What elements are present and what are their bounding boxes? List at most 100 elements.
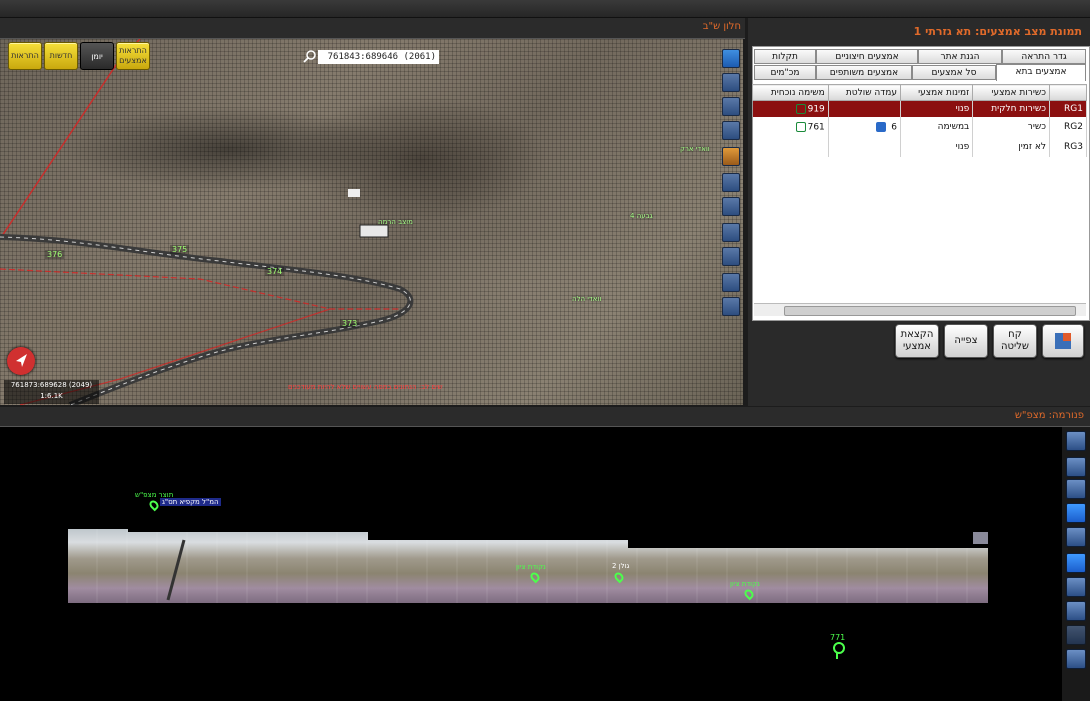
cursor-coordinate: 761873:689628 (2049) — [10, 381, 93, 389]
cell-id: RG2 — [1049, 117, 1087, 137]
cell-station: 6 — [828, 117, 901, 137]
cell-mission — [752, 137, 829, 157]
map-scale: 1:6.1K — [40, 392, 63, 400]
cell-availability: פנוי — [900, 100, 974, 117]
road-label-374: 374 — [265, 267, 285, 276]
alerts-assets-label: התראות אמצעים — [119, 46, 147, 65]
tab-faults[interactable]: תקלות — [754, 49, 816, 64]
terrain-tool-icon[interactable] — [722, 223, 740, 242]
view-button[interactable]: צפייה — [944, 324, 988, 358]
observer-pin-sublabel: המ"ל מקפיא תס"ג — [160, 498, 221, 506]
top-bar — [0, 0, 1090, 18]
map-panel-button[interactable] — [1042, 324, 1084, 358]
take-control-button[interactable]: קח שליטה — [993, 324, 1037, 358]
point-pin-2-label: גולן 2 — [612, 562, 630, 570]
status-icon — [795, 103, 806, 114]
map-label-wadi-1: וואדי ארק — [680, 145, 710, 153]
point-pin-1-label: נקודת ציון — [516, 563, 546, 571]
status-icon — [795, 121, 806, 132]
layers-tool-icon[interactable] — [722, 73, 740, 92]
map-label-hill: גבעה 4 — [630, 212, 653, 220]
record-tool-icon[interactable] — [1066, 601, 1086, 621]
mission-value: 919 — [807, 104, 825, 115]
cell-readiness: כשירות חלקית — [972, 100, 1050, 117]
point-pin-4-stem — [836, 653, 838, 659]
panorama-header: פנורמה: מצפ"ש — [0, 407, 1090, 427]
road-label-376: 376 — [45, 250, 65, 259]
station-value: 6 — [891, 122, 897, 133]
view-tool-icon[interactable] — [722, 173, 740, 192]
alerts-label: התראות — [11, 51, 39, 60]
cell-readiness: כשיר — [972, 117, 1050, 137]
print-tool-icon[interactable] — [1066, 625, 1086, 645]
map-title: חלון ש"ב — [702, 21, 741, 32]
camera-tool-icon[interactable] — [1066, 431, 1086, 451]
map-header: חלון ש"ב — [0, 18, 745, 39]
day-button[interactable]: יומן — [80, 42, 114, 70]
tab-alert-fence[interactable]: גדר התראה — [1002, 49, 1086, 64]
grid-tool-icon[interactable] — [722, 247, 740, 266]
print-tool-icon[interactable] — [722, 273, 740, 292]
fire-tool-icon[interactable] — [722, 147, 740, 166]
news-button[interactable]: חדשות — [44, 42, 78, 70]
cell-readiness: לא זמין — [972, 137, 1050, 157]
layers-tool-icon[interactable] — [1066, 457, 1086, 477]
grid-map-icon — [1055, 333, 1071, 349]
road-label-373: 373 — [340, 319, 360, 328]
draw-tool-icon[interactable] — [722, 97, 740, 116]
col-id-header — [1049, 84, 1087, 101]
line-tool-icon[interactable] — [1066, 527, 1086, 547]
pan-tool-icon[interactable] — [1066, 503, 1086, 523]
more-tools-icon[interactable] — [722, 297, 740, 316]
point-pin-3-label: נקודת ציון — [730, 580, 760, 588]
map-warning: שים לב: הנתונים במפה עשויים שלא להיות מע… — [288, 383, 443, 391]
cell-station — [828, 137, 901, 157]
alerts-button[interactable]: התראות — [8, 42, 42, 70]
panorama-toolbar — [1062, 427, 1090, 701]
coordinate-input[interactable]: 761843:689646 (2061) — [318, 50, 439, 64]
cell-id: RG1 — [1049, 100, 1087, 117]
target-tool-icon[interactable] — [722, 197, 740, 216]
grid-tool-icon[interactable] — [1066, 649, 1086, 669]
col-readiness-header: כשירות אמצעי — [972, 84, 1050, 101]
table-row[interactable]: RG2 כשיר במשימה 6 761 — [752, 117, 1087, 137]
tab-asset-basket[interactable]: סל אמצעים — [912, 65, 996, 80]
cell-mission: 761 — [752, 117, 829, 137]
tab-external-assets[interactable]: אמצעים חיצוניים — [816, 49, 918, 64]
map-view[interactable]: התראות חדשות יומן התראות אמצעים 761843:6… — [0, 39, 743, 405]
map-label-site: מוצב הרמה — [378, 218, 413, 226]
tab-shared-assets[interactable]: אמצעים משותפים — [816, 65, 912, 80]
assets-table: כשירות אמצעי זמינות אמצעי עמדה שולטת משי… — [752, 84, 1087, 157]
search-icon[interactable] — [303, 49, 317, 63]
tab-assets-in-cell[interactable]: אמצעים בתא — [996, 64, 1086, 81]
measure-tool-icon[interactable] — [722, 121, 740, 140]
table-row[interactable]: RG3 לא זמין פנוי — [752, 137, 1087, 157]
col-mission-header: משימה נוכחית — [752, 84, 829, 101]
horizontal-scrollbar[interactable] — [754, 303, 1086, 316]
target-tool-icon[interactable] — [1066, 577, 1086, 597]
allocate-asset-button[interactable]: הקצאת אמצעי — [895, 324, 939, 358]
scrollbar-thumb[interactable] — [784, 306, 1076, 316]
tab-radars[interactable]: מכ"מים — [754, 65, 816, 80]
scale-box: 761873:689628 (2049) 1:6.1K — [4, 380, 99, 404]
mission-value: 761 — [807, 122, 825, 133]
tab-site-defense[interactable]: הגנת אתר — [918, 49, 1002, 64]
panel-title: תמונת מצב אמצעים: תא גזרתי 1 — [913, 25, 1082, 38]
news-label: חדשות — [49, 51, 73, 60]
alerts-assets-button[interactable]: התראות אמצעים — [116, 42, 150, 70]
point-pin-4-icon[interactable] — [833, 642, 845, 654]
map-label-wadi-2: וואדי הלה — [572, 295, 602, 303]
cell-station — [828, 100, 901, 117]
road-label-375: 375 — [170, 245, 190, 254]
cell-id: RG3 — [1049, 137, 1087, 157]
station-icon — [876, 121, 887, 132]
map-toolbar — [722, 49, 742, 329]
table-row[interactable]: RG1 כשירות חלקית פנוי 919 — [752, 100, 1087, 117]
display-tool-icon[interactable] — [1066, 553, 1086, 573]
compass-icon[interactable] — [7, 347, 35, 375]
cell-availability: פנוי — [900, 137, 974, 157]
col-availability-header: זמינות אמצעי — [899, 84, 974, 101]
settings-gear-icon[interactable] — [722, 49, 740, 68]
zoom-tool-icon[interactable] — [1066, 479, 1086, 499]
cell-mission: 919 — [752, 100, 829, 117]
